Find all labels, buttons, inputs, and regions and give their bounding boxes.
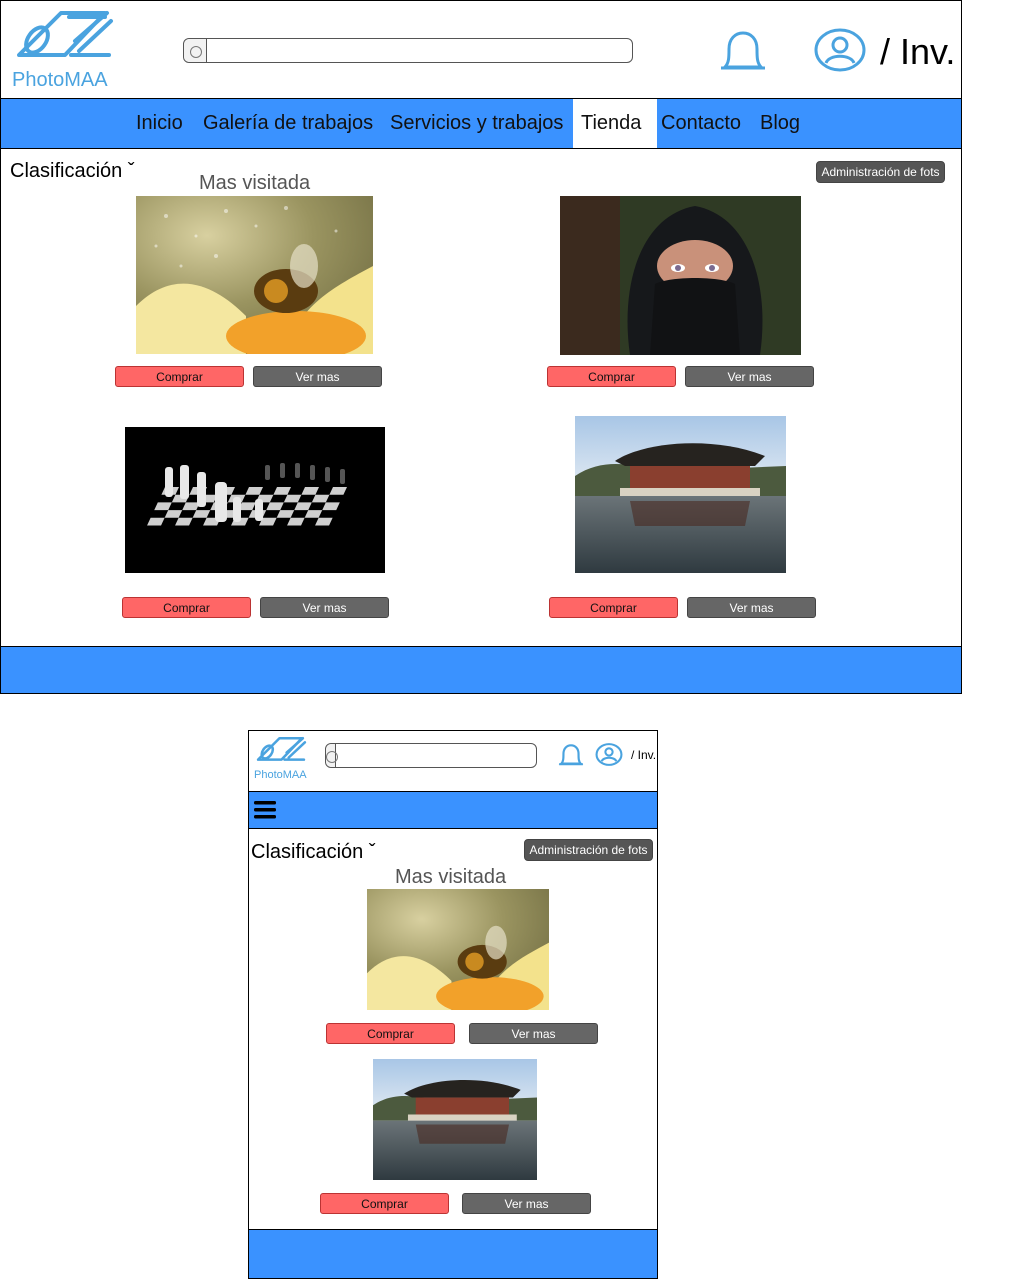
section-title: Mas visitada	[395, 866, 507, 888]
nav-item-galeria[interactable]: Galería de trabajos	[203, 99, 373, 148]
main-nav: Inicio Galería de trabajos Servicios y t…	[1, 98, 961, 149]
admin-photos-button[interactable]: Administración de fots	[816, 161, 945, 183]
buy-button[interactable]: Comprar	[547, 366, 676, 387]
see-more-button[interactable]: Ver mas	[687, 597, 816, 618]
nav-item-contacto[interactable]: Contacto	[661, 99, 741, 148]
sort-dropdown[interactable]: Clasificación ˇ	[10, 160, 134, 183]
nav-item-servicios[interactable]: Servicios y trabajos	[390, 99, 563, 148]
buy-button[interactable]: Comprar	[122, 597, 251, 618]
user-avatar-icon[interactable]	[813, 27, 867, 73]
nav-item-tienda[interactable]: Tienda	[573, 99, 657, 148]
footer	[1, 646, 961, 693]
photo-pavilion[interactable]	[373, 1059, 537, 1180]
search-icon[interactable]	[184, 39, 207, 62]
see-more-button[interactable]: Ver mas	[260, 597, 389, 618]
footer	[249, 1229, 657, 1278]
search-input[interactable]	[183, 38, 633, 63]
logo[interactable]: PhotoMAA	[253, 734, 311, 784]
section-title: Mas visitada	[199, 172, 311, 194]
logo[interactable]: PhotoMAA	[9, 7, 119, 95]
user-avatar-icon[interactable]	[595, 741, 623, 768]
logo-text: PhotoMAA	[12, 69, 108, 91]
nav-item-blog[interactable]: Blog	[760, 99, 800, 148]
photo-bee[interactable]	[136, 196, 373, 354]
admin-photos-button[interactable]: Administración de fots	[524, 839, 653, 861]
camera-logo-icon	[256, 737, 307, 761]
photo-pavilion[interactable]	[575, 416, 786, 573]
buy-button[interactable]: Comprar	[320, 1193, 449, 1214]
sort-dropdown[interactable]: Clasificación ˇ	[251, 841, 375, 864]
search-input[interactable]	[325, 743, 537, 768]
see-more-button[interactable]: Ver mas	[469, 1023, 598, 1044]
camera-logo-icon	[17, 11, 113, 57]
bell-icon[interactable]	[557, 742, 585, 768]
photo-woman-niqab[interactable]	[560, 196, 801, 355]
see-more-button[interactable]: Ver mas	[462, 1193, 591, 1214]
bell-icon[interactable]	[717, 29, 769, 73]
see-more-button[interactable]: Ver mas	[253, 366, 382, 387]
photo-chess[interactable]	[125, 427, 385, 573]
search-icon[interactable]	[325, 744, 338, 767]
logo-text: PhotoMAA	[254, 769, 307, 781]
user-label[interactable]: / Inv.	[631, 748, 656, 762]
hamburger-menu-icon[interactable]	[254, 800, 278, 820]
buy-button[interactable]: Comprar	[549, 597, 678, 618]
main-nav	[249, 791, 657, 829]
buy-button[interactable]: Comprar	[326, 1023, 455, 1044]
nav-item-inicio[interactable]: Inicio	[136, 99, 183, 148]
mobile-mockup: PhotoMAA / Inv. Clasificación ˇ Administ…	[248, 730, 658, 1279]
photo-bee[interactable]	[367, 889, 549, 1010]
buy-button[interactable]: Comprar	[115, 366, 244, 387]
see-more-button[interactable]: Ver mas	[685, 366, 814, 387]
desktop-mockup: PhotoMAA / Inv. Inicio Galería de trabaj…	[0, 0, 962, 694]
user-label[interactable]: / Inv.	[880, 31, 955, 73]
